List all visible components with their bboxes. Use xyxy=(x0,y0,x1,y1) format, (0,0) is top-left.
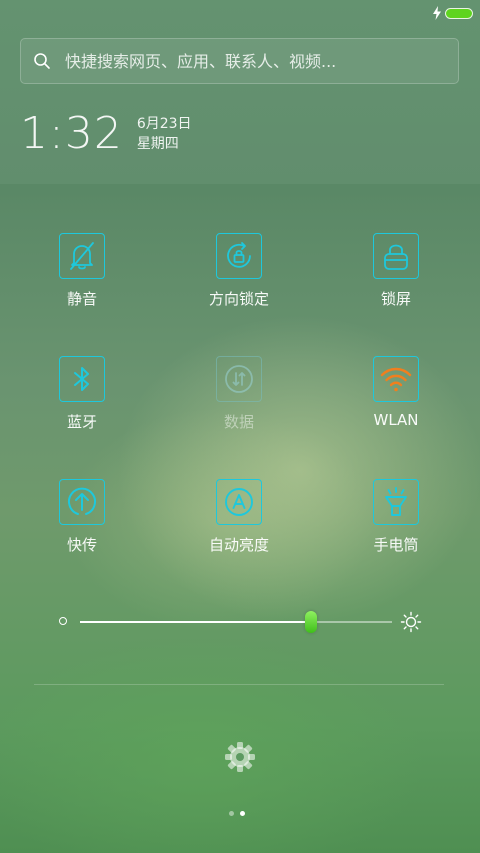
toggle-lock-screen-box xyxy=(373,233,419,279)
search-icon xyxy=(34,53,50,69)
toggle-rotation-lock[interactable]: 方向锁定 xyxy=(179,233,299,323)
toggle-wlan-label: WLAN xyxy=(373,411,419,429)
toggle-quick-transfer[interactable]: 快传 xyxy=(22,479,142,569)
toggle-lock-screen-label: 锁屏 xyxy=(380,290,411,308)
flashlight-icon xyxy=(385,487,407,516)
toggle-flashlight-label: 手电筒 xyxy=(373,536,419,554)
mobile-data-icon xyxy=(225,365,253,393)
auto-brightness-icon xyxy=(225,488,253,516)
toggle-silent-box xyxy=(59,233,105,279)
toggle-mobile-data[interactable]: 数据 xyxy=(179,356,299,446)
brightness-low-icon xyxy=(59,617,67,625)
toggle-silent[interactable]: 静音 xyxy=(22,233,142,323)
toggle-flashlight-box xyxy=(373,479,419,525)
toggle-wlan[interactable]: WLAN xyxy=(336,356,456,446)
brightness-high-icon xyxy=(400,611,422,633)
toggle-lock-screen[interactable]: 锁屏 xyxy=(336,233,456,323)
toggle-bluetooth-box xyxy=(59,356,105,402)
brightness-slider[interactable] xyxy=(56,608,426,636)
clock-date: 6月23日 xyxy=(136,115,192,132)
toggle-quick-transfer-label: 快传 xyxy=(66,536,97,554)
brightness-track[interactable] xyxy=(80,611,392,633)
divider xyxy=(34,684,444,685)
brightness-thumb[interactable] xyxy=(305,611,317,633)
bluetooth-icon xyxy=(74,367,89,391)
bell-off-icon xyxy=(70,242,94,270)
toggle-bluetooth[interactable]: 蓝牙 xyxy=(22,356,142,446)
search-input[interactable] xyxy=(63,50,458,72)
page-dot-1[interactable] xyxy=(229,811,234,816)
toggle-mobile-data-box xyxy=(216,356,262,402)
toggle-wlan-box xyxy=(373,356,419,402)
page-dot-2[interactable] xyxy=(240,811,245,816)
search-bar[interactable] xyxy=(20,38,459,84)
clock-date-block: 6月23日 星期四 xyxy=(137,114,192,154)
toggle-flashlight[interactable]: 手电筒 xyxy=(336,479,456,569)
toggle-auto-brightness-box xyxy=(216,479,262,525)
clock-time: 1:32 xyxy=(20,108,123,159)
wifi-icon xyxy=(380,367,412,392)
rotation-lock-icon xyxy=(227,242,251,268)
toggle-rotation-lock-box xyxy=(216,233,262,279)
battery-icon xyxy=(445,7,473,19)
toggle-mobile-data-label: 数据 xyxy=(223,413,254,431)
toggle-bluetooth-label: 蓝牙 xyxy=(66,413,97,431)
lock-icon xyxy=(384,244,408,270)
status-bar xyxy=(432,5,473,21)
brightness-fill xyxy=(80,621,311,623)
clock: 1:32 6月23日 星期四 xyxy=(20,108,192,159)
page-indicator xyxy=(229,811,245,816)
toggle-quick-transfer-box xyxy=(59,479,105,525)
toggle-silent-label: 静音 xyxy=(66,290,97,308)
toggle-auto-brightness-label: 自动亮度 xyxy=(208,536,269,554)
clock-weekday: 星期四 xyxy=(136,135,179,152)
charging-icon xyxy=(433,6,441,20)
toggle-auto-brightness[interactable]: 自动亮度 xyxy=(179,479,299,569)
settings-gear-icon[interactable] xyxy=(224,741,256,773)
quick-transfer-icon xyxy=(68,487,96,515)
toggle-rotation-lock-label: 方向锁定 xyxy=(208,290,269,308)
